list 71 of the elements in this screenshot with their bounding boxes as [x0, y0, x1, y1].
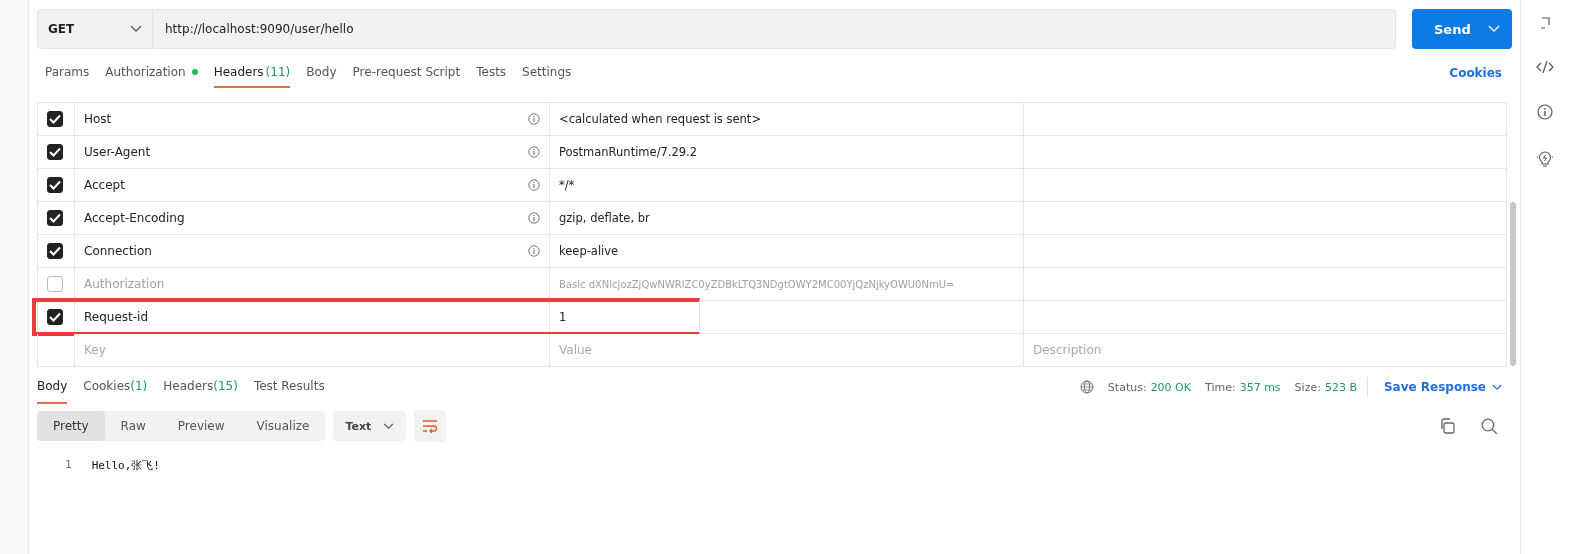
header-key: Accept: [84, 178, 125, 192]
info-icon: [528, 212, 540, 224]
request-tab[interactable]: Headers (11): [213, 58, 291, 88]
caret-icon: [1492, 383, 1502, 391]
header-value: PostmanRuntime/7.29.2: [559, 145, 698, 159]
document-icon[interactable]: [1538, 16, 1552, 30]
caret-icon: [1488, 25, 1500, 33]
scrollbar[interactable]: [1510, 202, 1516, 366]
globe-icon[interactable]: [1079, 380, 1094, 394]
meta-value: 523 B: [1324, 380, 1357, 394]
line-number: 1: [65, 458, 72, 473]
header-value: */*: [559, 178, 575, 192]
request-tab[interactable]: Pre-request Script: [352, 58, 461, 88]
info-icon: [528, 113, 540, 125]
send-button[interactable]: Send: [1412, 9, 1512, 49]
header-key: Authorization: [84, 277, 165, 291]
format-dropdown[interactable]: Text: [333, 411, 407, 441]
header-value: 1: [559, 310, 567, 324]
meta-label: Size:: [1294, 380, 1321, 394]
view-mode-option[interactable]: Visualize: [240, 411, 326, 441]
header-checkbox[interactable]: [47, 144, 63, 160]
view-mode-option[interactable]: Preview: [161, 411, 241, 441]
header-checkbox[interactable]: [47, 210, 63, 226]
cookies-link[interactable]: Cookies: [1449, 66, 1502, 80]
lightbulb-icon[interactable]: [1536, 150, 1554, 168]
header-checkbox[interactable]: [47, 276, 63, 292]
caret-icon: [383, 422, 395, 430]
header-value: keep-alive: [559, 244, 619, 258]
wrap-lines-button[interactable]: [414, 410, 447, 442]
request-tab[interactable]: Settings: [522, 58, 572, 88]
copy-icon[interactable]: [1439, 418, 1455, 434]
header-value: gzip, deflate, br: [559, 211, 650, 225]
view-mode-option[interactable]: Raw: [104, 411, 162, 441]
header-checkbox[interactable]: [47, 309, 63, 325]
header-key: User-Agent: [84, 145, 151, 159]
request-tab[interactable]: Authorization: [105, 58, 198, 88]
header-checkbox[interactable]: [47, 177, 63, 193]
header-checkbox[interactable]: [47, 243, 63, 259]
response-tab[interactable]: Body: [37, 370, 68, 404]
header-key: Connection: [84, 244, 152, 258]
request-tab[interactable]: Tests: [476, 58, 507, 88]
search-icon[interactable]: [1481, 417, 1498, 435]
info-icon: [528, 146, 540, 158]
header-checkbox[interactable]: [47, 111, 63, 127]
view-mode-option[interactable]: Pretty: [37, 411, 105, 441]
wrap-lines-icon: [422, 419, 439, 433]
code-icon[interactable]: [1536, 60, 1554, 74]
response-tab[interactable]: Test Results: [253, 370, 325, 404]
request-tab[interactable]: Params: [45, 58, 90, 88]
meta-label: Status:: [1107, 380, 1147, 394]
header-key: Request-id: [84, 310, 149, 324]
meta-value: 357 ms: [1239, 380, 1281, 394]
info-icon: [528, 179, 540, 191]
save-response-button[interactable]: Save Response: [1377, 379, 1508, 395]
value-input[interactable]: Value: [550, 334, 1024, 366]
key-input[interactable]: Key: [75, 334, 550, 366]
info-icon[interactable]: [1537, 104, 1553, 120]
info-icon: [528, 245, 540, 257]
response-tab[interactable]: Cookies(1): [83, 370, 148, 404]
header-key: Accept-Encoding: [84, 211, 185, 225]
header-value: Basic dXNlcjozZjQwNWRlZC0yZDBkLTQ3NDgtOWY2MC00YjQzNjkyOWU0NmU=: [559, 278, 955, 290]
method-dropdown[interactable]: GET: [37, 9, 153, 49]
response-tab[interactable]: Headers(15): [163, 370, 238, 404]
meta-value: 200 OK: [1150, 380, 1191, 394]
request-tab[interactable]: Body: [306, 58, 337, 88]
meta-label: Time:: [1205, 380, 1236, 394]
caret-icon: [130, 25, 142, 33]
header-key: Host: [84, 112, 112, 126]
header-value: <calculated when request is sent>: [559, 112, 762, 126]
response-body-text: Hello,张飞!: [91, 458, 160, 473]
url-field[interactable]: http://localhost:9090/user/hello: [153, 9, 1396, 49]
